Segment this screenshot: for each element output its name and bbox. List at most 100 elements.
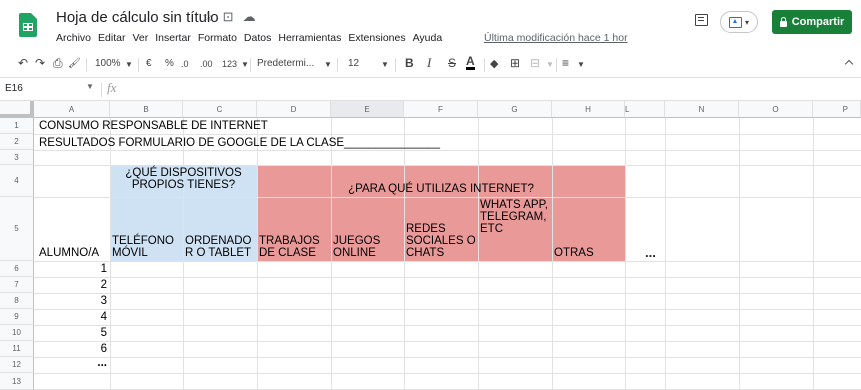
column-header-p[interactable]: P [813, 101, 861, 118]
row-header-10[interactable]: 10 [0, 325, 34, 341]
undo-icon[interactable]: ↶ [18, 56, 28, 70]
collapse-menus-icon[interactable] [844, 59, 854, 69]
last-modified-link[interactable]: Última modificación hace 1 hor [484, 32, 628, 44]
uses-header-cell[interactable]: ¿PARA QUÉ UTILIZAS INTERNET? [257, 183, 625, 195]
toolbar: ↶ ↷ ⎙ 🖌 100% ▼ € % .0 .00 123 ▼ Predeter… [0, 52, 861, 78]
cell-trabajos-header[interactable]: TRABAJOS DE CLASE [259, 235, 331, 259]
chevron-down-icon: ▾ [744, 17, 749, 27]
menu-archivo[interactable]: Archivo [56, 32, 91, 44]
row-header-5[interactable]: 5 [0, 197, 34, 261]
text-color-button[interactable]: A [466, 55, 475, 70]
menu-editar[interactable]: Editar [98, 32, 125, 44]
fill-color-button[interactable]: ◆ [490, 57, 498, 70]
row-header-3[interactable]: 3 [0, 150, 34, 165]
row-header-9[interactable]: 9 [0, 309, 34, 325]
chevron-down-icon: ▼ [381, 60, 389, 69]
column-header-e[interactable]: E [331, 101, 404, 118]
more-columns-ellipsis: ... [645, 245, 656, 260]
borders-button[interactable]: ⊞ [510, 56, 520, 70]
cell-student-4[interactable]: 4 [34, 311, 107, 323]
column-header-o[interactable]: O [739, 101, 813, 118]
cell-ordenador-header[interactable]: ORDENADO R O TABLET [185, 235, 257, 259]
menu-datos[interactable]: Datos [244, 32, 271, 44]
present-icon [728, 16, 742, 28]
column-header-b[interactable]: B [110, 101, 183, 118]
row-header-13[interactable]: 13 [0, 373, 34, 390]
strikethrough-button[interactable]: S [448, 56, 456, 70]
row-header-12[interactable]: 12 [0, 357, 34, 373]
more-formats-button[interactable]: 123 [222, 59, 237, 69]
menu-ayuda[interactable]: Ayuda [413, 32, 443, 44]
italic-button[interactable]: I [427, 55, 431, 71]
redo-icon[interactable]: ↷ [35, 56, 45, 70]
menu-insertar[interactable]: Insertar [155, 32, 191, 44]
cell-redes-header[interactable]: REDES SOCIALES O CHATS [406, 223, 478, 259]
sheet-grid[interactable]: A B C D E F G H L N O P 1 2 3 4 5 6 7 8 … [0, 101, 861, 390]
font-select[interactable]: Predetermi... [257, 58, 314, 69]
row-header-7[interactable]: 7 [0, 277, 34, 293]
cell-alumno-header[interactable]: ALUMNO/A [39, 247, 99, 259]
row-header-4[interactable]: 4 [0, 165, 34, 197]
cell-a1[interactable]: CONSUMO RESPONSABLE DE INTERNET [39, 120, 268, 132]
cell-whats-header[interactable]: WHATS APP, TELEGRAM, ETC [480, 199, 552, 235]
cell-juegos-header[interactable]: JUEGOS ONLINE [333, 235, 403, 259]
row-header-8[interactable]: 8 [0, 293, 34, 309]
decrease-decimal-button[interactable]: .0 [181, 59, 189, 69]
paint-format-icon[interactable]: 🖌 [68, 58, 81, 69]
percent-format-button[interactable]: % [165, 58, 174, 69]
zoom-select[interactable]: 100% [95, 58, 121, 69]
chevron-down-icon: ▼ [125, 60, 133, 69]
fx-icon: fx [107, 80, 117, 95]
sheets-logo-icon[interactable] [19, 13, 37, 37]
move-folder-icon[interactable]: ⊡ [223, 9, 234, 25]
select-all-corner[interactable] [0, 101, 34, 118]
column-header-g[interactable]: G [478, 101, 552, 118]
present-button[interactable]: ▾ [720, 11, 758, 33]
document-title[interactable]: Hoja de cálculo sin título [56, 9, 219, 26]
row-header-6[interactable]: 6 [0, 261, 34, 277]
column-header-h[interactable]: H [552, 101, 625, 118]
column-header-l[interactable]: L [625, 101, 665, 118]
align-button[interactable]: ≡ [562, 56, 569, 70]
row-header-1[interactable]: 1 [0, 118, 34, 134]
menu-ver[interactable]: Ver [132, 32, 148, 44]
name-box[interactable]: E16 [5, 83, 23, 94]
cell-telefono-header[interactable]: TELÉFONO MÓVIL [112, 235, 182, 259]
menu-bar: Archivo Editar Ver Insertar Formato Dato… [56, 32, 442, 44]
column-header-c[interactable]: C [183, 101, 257, 118]
column-header-f[interactable]: F [404, 101, 478, 118]
font-size-select[interactable]: 12 [348, 58, 359, 69]
column-header-a[interactable]: A [34, 101, 110, 118]
merge-cells-button[interactable]: ⊟ [530, 56, 540, 70]
cloud-status-icon[interactable]: ☁ [243, 9, 256, 25]
devices-header-cell[interactable]: ¿QUÉ DISPOSITIVOS PROPIOS TIENES? [110, 167, 257, 191]
share-label: Compartir [791, 16, 845, 28]
column-label-l: L [625, 104, 630, 114]
column-header-n[interactable]: N [665, 101, 739, 118]
column-header-d[interactable]: D [257, 101, 331, 118]
cell-student-2[interactable]: 2 [34, 279, 107, 291]
cell-student-6[interactable]: 6 [34, 343, 107, 355]
cell-otras-header[interactable]: OTRAS [554, 247, 594, 259]
menu-herramientas[interactable]: Herramientas [278, 32, 341, 44]
menu-formato[interactable]: Formato [198, 32, 237, 44]
cell-a2[interactable]: RESULTADOS FORMULARIO DE GOOGLE DE LA CL… [39, 137, 440, 149]
row-header-11[interactable]: 11 [0, 341, 34, 357]
menu-extensiones[interactable]: Extensiones [348, 32, 405, 44]
row-header-2[interactable]: 2 [0, 134, 34, 150]
chevron-down-icon: ▼ [241, 60, 249, 69]
chevron-down-icon[interactable]: ▼ [86, 82, 94, 91]
bold-button[interactable]: B [405, 56, 414, 70]
cell-student-1[interactable]: 1 [34, 263, 107, 275]
chevron-down-icon: ▼ [577, 60, 585, 69]
share-button[interactable]: Compartir [772, 10, 852, 34]
cell-student-3[interactable]: 3 [34, 295, 107, 307]
currency-format-button[interactable]: € [146, 58, 152, 69]
lock-icon [779, 16, 787, 27]
print-icon[interactable]: ⎙ [53, 56, 63, 71]
star-icon[interactable]: ☆ [202, 9, 214, 25]
increase-decimal-button[interactable]: .00 [200, 59, 213, 69]
cell-student-5[interactable]: 5 [34, 327, 107, 339]
comments-icon[interactable] [695, 14, 708, 26]
cell-students-more[interactable]: ... [34, 357, 107, 369]
